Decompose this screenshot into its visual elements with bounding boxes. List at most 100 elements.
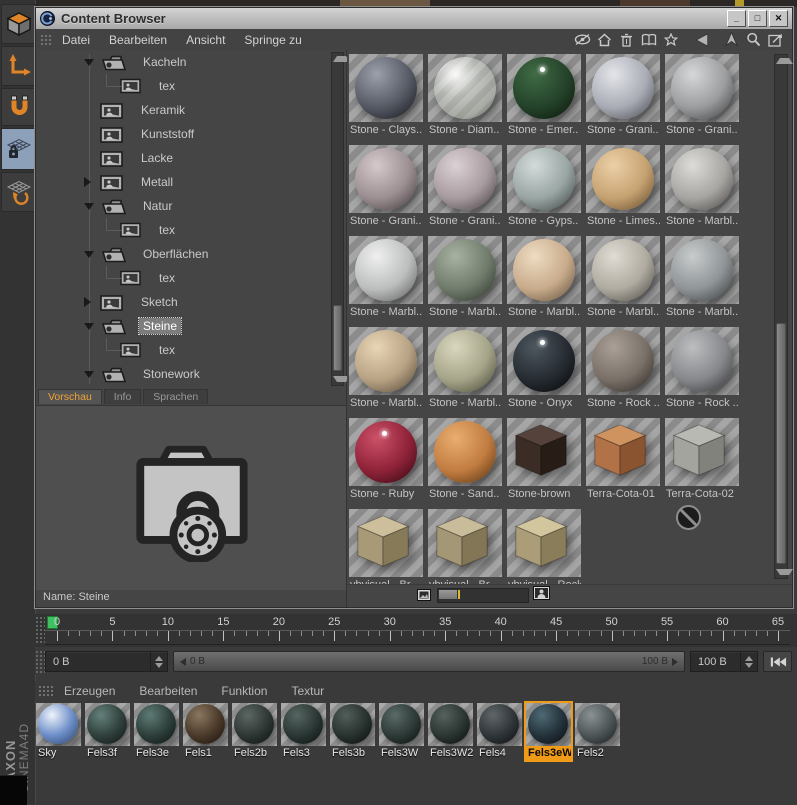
menu-bearbeiten[interactable]: Bearbeiten <box>109 33 167 47</box>
material-fels3ew[interactable]: Fels3eW <box>524 701 573 762</box>
material-fels3[interactable]: Fels3 <box>281 703 326 760</box>
image-large-icon[interactable] <box>533 586 550 605</box>
nav-up-icon[interactable] <box>722 31 741 48</box>
material-tile-stone-ruby[interactable]: Stone - Ruby <box>349 418 423 502</box>
tree-item-tex[interactable]: tex <box>36 74 346 98</box>
material-tile-vbvisual-br[interactable]: vbvisual - Br.. <box>349 509 423 593</box>
spinner-arrows-icon[interactable] <box>740 652 753 671</box>
palette-menu-erzeugen[interactable]: Erzeugen <box>64 684 115 698</box>
material-fels3w[interactable]: Fels3W <box>379 703 424 760</box>
tab-sprachen[interactable]: Sprachen <box>143 389 209 404</box>
range-left-arrow-icon[interactable] <box>180 657 186 666</box>
palette-grip-handle[interactable] <box>38 684 54 698</box>
tree-item-tex[interactable]: tex <box>36 218 346 242</box>
material-fels3f[interactable]: Fels3f <box>85 703 130 760</box>
frame-range-slider[interactable]: 0 B 100 B <box>173 651 685 672</box>
snap-magnet-button[interactable] <box>1 88 36 126</box>
material-fels4[interactable]: Fels4 <box>477 703 522 760</box>
palette-menu-textur[interactable]: Textur <box>291 684 324 698</box>
window-titlebar[interactable]: Content Browser _ □ ✕ <box>36 8 792 29</box>
end-frame-field[interactable]: 100 B <box>690 651 758 672</box>
material-tile-stone-sand[interactable]: Stone - Sand.. <box>428 418 502 502</box>
material-tile-stone-grani[interactable]: Stone - Grani.. <box>428 145 502 229</box>
goto-icon[interactable] <box>766 31 785 48</box>
material-tile-stone-marbl[interactable]: Stone - Marbl.. <box>428 236 502 320</box>
tree-item-steine[interactable]: Steine <box>36 314 346 338</box>
grid-scrollbar-thumb[interactable] <box>776 323 786 564</box>
material-tile-vbvisual-rock[interactable]: vbvisual - Rock <box>507 509 581 593</box>
tree-item-kacheln[interactable]: Kacheln <box>36 50 346 74</box>
make-editable-button[interactable] <box>1 4 36 44</box>
material-tile-stone-marbl[interactable]: Stone - Marbl.. <box>665 236 739 320</box>
material-tile-stone-marbl[interactable]: Stone - Marbl.. <box>665 145 739 229</box>
tree-scrollbar[interactable] <box>331 52 350 386</box>
tree-item-kunststoff[interactable]: Kunststoff <box>36 122 346 146</box>
collapse-icon[interactable] <box>84 58 94 66</box>
minimize-button[interactable]: _ <box>727 10 746 27</box>
expand-icon[interactable] <box>84 297 91 307</box>
expand-icon[interactable] <box>84 177 91 187</box>
collapse-icon[interactable] <box>84 250 94 258</box>
tree-item-sketch[interactable]: Sketch <box>36 290 346 314</box>
search-icon[interactable] <box>744 31 763 48</box>
material-tile-stone-grani[interactable]: Stone - Grani.. <box>586 54 660 138</box>
spinner-arrows-icon[interactable] <box>150 652 163 671</box>
axis-tool-button[interactable] <box>1 46 36 86</box>
tree-item-oberfl-chen[interactable]: Oberflächen <box>36 242 346 266</box>
material-fels3b[interactable]: Fels3b <box>330 703 375 760</box>
tree-item-tex[interactable]: tex <box>36 338 346 362</box>
material-fels3w2[interactable]: Fels3W2 <box>428 703 473 760</box>
tree-scrollbar-thumb[interactable] <box>333 305 342 371</box>
material-fels3e[interactable]: Fels3e <box>134 703 179 760</box>
back-icon[interactable] <box>693 31 712 48</box>
current-frame-field[interactable]: 0 B <box>45 651 168 672</box>
menu-ansicht[interactable]: Ansicht <box>186 33 225 47</box>
material-tile-stone-grani[interactable]: Stone - Grani.. <box>665 54 739 138</box>
material-tile-stone-marbl[interactable]: Stone - Marbl.. <box>349 327 423 411</box>
collapse-icon[interactable] <box>84 202 94 210</box>
palette-menu-bearbeiten[interactable]: Bearbeiten <box>139 684 197 698</box>
catalog-icon[interactable] <box>639 31 658 48</box>
workplane-lock-button[interactable] <box>1 128 36 170</box>
material-tile-stone-brown[interactable]: Stone-brown <box>507 418 581 502</box>
palette-menu-funktion[interactable]: Funktion <box>221 684 267 698</box>
menu-grip-handle[interactable] <box>40 33 53 46</box>
tree-item-natur[interactable]: Natur <box>36 194 346 218</box>
material-tile-stone-marbl[interactable]: Stone - Marbl.. <box>428 327 502 411</box>
close-button[interactable]: ✕ <box>769 10 788 27</box>
tree-item-lacke[interactable]: Lacke <box>36 146 346 170</box>
workplane-rotate-button[interactable] <box>1 172 36 212</box>
material-fels2[interactable]: Fels2 <box>575 703 620 760</box>
trash-icon[interactable] <box>617 31 636 48</box>
skip-to-start-button[interactable] <box>763 651 792 672</box>
scroll-up-icon[interactable] <box>776 58 793 64</box>
home-icon[interactable] <box>595 31 614 48</box>
tree-item-tex[interactable]: tex <box>36 266 346 290</box>
material-tile-vbvisual-br[interactable]: vbvisual - Br.. <box>428 509 502 593</box>
material-tile-stone-clays[interactable]: Stone - Clays.. <box>349 54 423 138</box>
material-tile-stone-emer[interactable]: Stone - Emer.. <box>507 54 581 138</box>
menu-springe-zu[interactable]: Springe zu <box>244 33 301 47</box>
maximize-button[interactable]: □ <box>748 10 767 27</box>
material-tile-terra-cota-02[interactable]: Terra-Cota-02 <box>665 418 739 502</box>
collapse-icon[interactable] <box>84 370 94 378</box>
material-tile-terra-cota-01[interactable]: Terra-Cota-01 <box>586 418 660 502</box>
material-tile-stone-limes[interactable]: Stone - Limes.. <box>586 145 660 229</box>
zoom-slider[interactable] <box>437 588 529 603</box>
material-fels2b[interactable]: Fels2b <box>232 703 277 760</box>
range-right-arrow-icon[interactable] <box>672 657 678 666</box>
material-tile-stone-marbl[interactable]: Stone - Marbl.. <box>349 236 423 320</box>
timeline-ruler[interactable]: 0 5 10 15 20 25 30 35 40 45 50 55 60 65 <box>45 616 790 646</box>
material-sky[interactable]: Sky <box>36 703 81 760</box>
eye-icon[interactable] <box>573 31 592 48</box>
tab-vorschau[interactable]: Vorschau <box>38 389 102 404</box>
tab-info[interactable]: Info <box>103 389 142 404</box>
material-tile-stone-marbl[interactable]: Stone - Marbl.. <box>586 236 660 320</box>
tree-item-keramik[interactable]: Keramik <box>36 98 346 122</box>
collapse-icon[interactable] <box>84 322 94 330</box>
range-grip-handle[interactable] <box>35 650 45 673</box>
tree-item-stonework[interactable]: Stonework <box>36 362 346 386</box>
image-small-icon[interactable] <box>417 588 431 606</box>
material-tile-stone-onyx[interactable]: Stone - Onyx <box>507 327 581 411</box>
material-tile-stone-marbl[interactable]: Stone - Marbl.. <box>507 236 581 320</box>
